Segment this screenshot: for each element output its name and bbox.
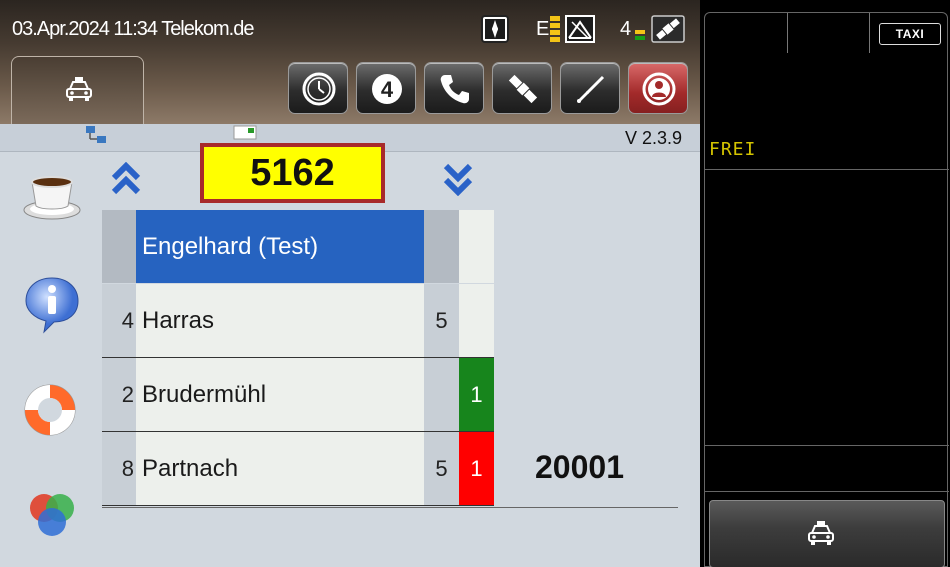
vehicle-status: FREI (709, 139, 757, 160)
queue-row-flag: 1 (459, 358, 494, 431)
gps-count: 4 (620, 18, 632, 40)
compass-icon (481, 15, 509, 43)
number-display: 5162 (200, 143, 385, 203)
queue-row-count (424, 358, 459, 431)
tab-divider (787, 13, 788, 53)
scroll-up-icon[interactable] (110, 162, 142, 196)
queue-divider (102, 507, 678, 508)
gps-bar-icon (635, 30, 645, 40)
person-button[interactable] (628, 62, 688, 114)
taxi-badge: TAXI (879, 23, 941, 45)
info-icon[interactable] (22, 274, 82, 334)
queue-row-num: 4 (102, 284, 136, 357)
queue-row-flag: 1 (459, 432, 494, 505)
queue-row-count: 5 (424, 432, 459, 505)
queue-header-row[interactable]: Engelhard (Test) (102, 210, 494, 284)
envelope-icon (565, 15, 595, 43)
network-icon (86, 126, 106, 143)
speed-dial-button[interactable]: 4 (356, 62, 416, 114)
gps-satellite-icon (651, 15, 685, 43)
status-datetime-provider: 03.Apr.2024 11:34 Telekom.de (12, 18, 254, 40)
lifebuoy-icon[interactable] (22, 382, 78, 438)
tools-button[interactable] (560, 62, 620, 114)
coffee-cup-icon[interactable] (22, 172, 82, 220)
queue-row-name: Harras (136, 284, 424, 357)
satellite-icon (508, 74, 538, 104)
queue-row[interactable]: 2 Brudermühl 1 (102, 358, 494, 432)
panel-divider (705, 491, 949, 492)
taxi-button[interactable] (709, 500, 945, 567)
queue-header-cnt (424, 210, 459, 283)
clock-button[interactable] (288, 62, 348, 114)
signal-bar-icon (550, 16, 560, 42)
id-number: 20001 (535, 449, 624, 485)
queue-row[interactable]: 8 Partnach 5 1 (102, 432, 494, 506)
number-value: 5162 (250, 151, 335, 194)
person-icon (642, 72, 676, 106)
message-icon (233, 125, 257, 140)
queue-list: Engelhard (Test) 4 Harras 5 2 Brudermühl… (102, 210, 494, 506)
taxi-icon (66, 77, 92, 101)
top-bar: 03.Apr.2024 11:34 Telekom.de E 4 4 (0, 0, 700, 124)
queue-header-num (102, 210, 136, 283)
panel-divider (705, 169, 949, 170)
four-icon: 4 (372, 74, 402, 104)
tab-divider (869, 13, 870, 53)
queue-row-flag (459, 284, 494, 357)
panel-divider (705, 445, 949, 446)
queue-header-flag (459, 210, 494, 283)
phone-icon (440, 75, 469, 104)
clock-icon (302, 72, 336, 106)
queue-row-count: 5 (424, 284, 459, 357)
taxi-icon (808, 521, 834, 545)
queue-row[interactable]: 4 Harras 5 (102, 284, 494, 358)
main-area: V 2.3.9 5162 Engelhard (Test) 4 Harras 5… (0, 124, 700, 567)
queue-header-name: Engelhard (Test) (136, 210, 424, 283)
color-circles-icon[interactable] (24, 486, 80, 542)
queue-row-num: 8 (102, 432, 136, 505)
satellite-button[interactable] (492, 62, 552, 114)
right-panel: TAXI FREI (704, 12, 949, 567)
svg-text:4: 4 (381, 77, 394, 102)
queue-row-name: Brudermühl (136, 358, 424, 431)
phone-button[interactable] (424, 62, 484, 114)
queue-row-num: 2 (102, 358, 136, 431)
home-tab[interactable] (11, 56, 144, 124)
screwdriver-icon (577, 75, 605, 103)
scroll-down-icon[interactable] (442, 162, 474, 196)
version-label: V 2.3.9 (624, 128, 682, 148)
queue-row-name: Partnach (136, 432, 424, 505)
